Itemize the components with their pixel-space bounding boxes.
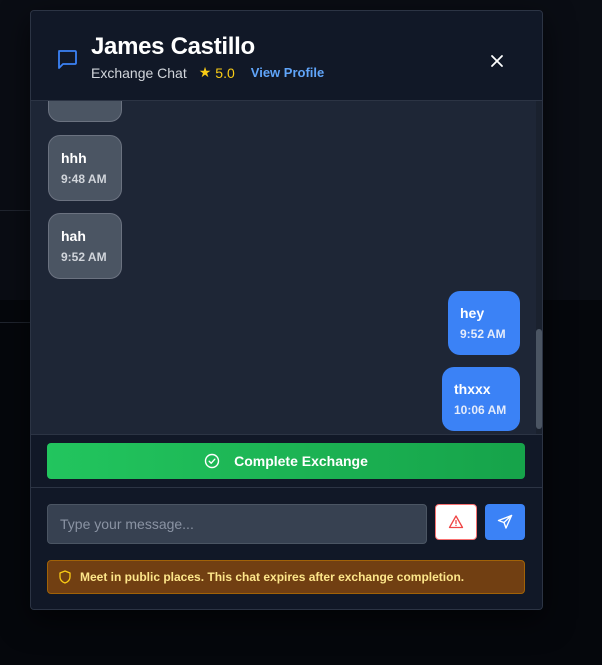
message-text: hah: [61, 228, 86, 244]
chat-bubble-icon: [58, 50, 77, 69]
send-button[interactable]: [485, 504, 525, 540]
composer-area: Meet in public places. This chat expires…: [31, 487, 542, 609]
message-time: 9:52 AM: [61, 250, 107, 264]
chat-subtitle: Exchange Chat: [91, 64, 187, 81]
message-text: hey: [460, 305, 485, 321]
safety-notice-text: Meet in public places. This chat expires…: [80, 570, 465, 584]
chat-header: James Castillo Exchange Chat ★ 5.0 View …: [31, 11, 542, 101]
message-input[interactable]: [47, 504, 427, 544]
alert-triangle-icon: [448, 515, 464, 529]
message-bubble-partial: [48, 101, 122, 122]
send-icon: [497, 514, 513, 529]
close-icon: [491, 55, 503, 67]
message-time: 9:52 AM: [460, 327, 506, 341]
message-bubble-outgoing: thxxx 10:06 AM: [442, 367, 520, 431]
check-circle-icon: [204, 453, 220, 469]
contact-name: James Castillo: [91, 33, 255, 60]
star-icon: ★: [198, 64, 212, 80]
message-list[interactable]: hhh 9:48 AM hah 9:52 AM hey 9:52 AM thxx…: [31, 101, 542, 434]
scrollbar-thumb[interactable]: [536, 329, 542, 429]
message-time: 9:48 AM: [61, 172, 107, 186]
complete-exchange-label: Complete Exchange: [234, 453, 368, 469]
complete-exchange-button[interactable]: Complete Exchange: [47, 443, 525, 479]
message-bubble-incoming: hah 9:52 AM: [48, 213, 122, 279]
message-text: thxxx: [454, 381, 491, 397]
backdrop-divider: [0, 322, 30, 323]
message-scrollbar[interactable]: [536, 101, 542, 434]
shield-icon: [59, 570, 71, 584]
message-text: hhh: [61, 150, 87, 166]
header-subline: Exchange Chat ★ 5.0 View Profile: [91, 64, 324, 81]
close-button[interactable]: [483, 47, 511, 75]
rating-value: 5.0: [215, 64, 235, 81]
exchange-chat-modal: James Castillo Exchange Chat ★ 5.0 View …: [30, 10, 543, 610]
message-bubble-incoming: hhh 9:48 AM: [48, 135, 122, 201]
backdrop-divider: [0, 210, 30, 211]
complete-exchange-bar: Complete Exchange: [31, 434, 542, 488]
message-bubble-outgoing: hey 9:52 AM: [448, 291, 520, 355]
report-button[interactable]: [435, 504, 477, 540]
message-time: 10:06 AM: [454, 403, 507, 417]
safety-notice: Meet in public places. This chat expires…: [47, 560, 525, 594]
view-profile-link[interactable]: View Profile: [251, 65, 324, 80]
